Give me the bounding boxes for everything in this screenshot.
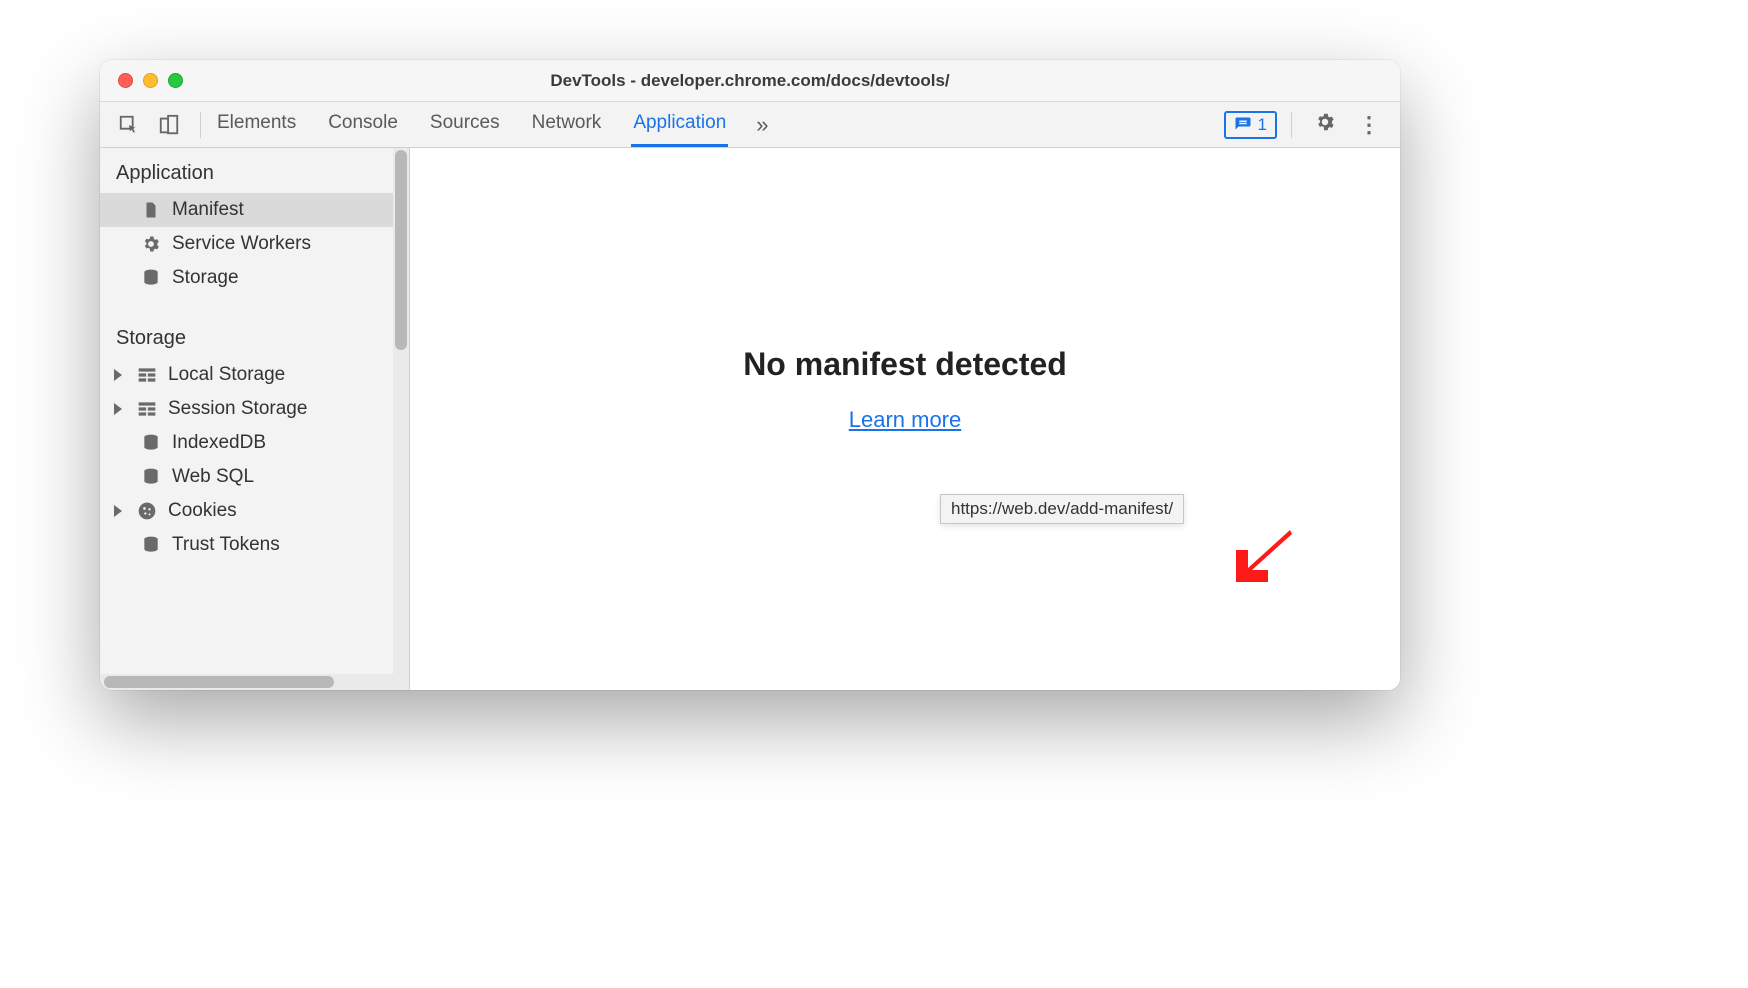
panel-tabs: Elements Console Sources Network Applica…: [215, 102, 728, 147]
section-storage: Storage: [100, 313, 409, 358]
tab-console[interactable]: Console: [326, 102, 400, 147]
chat-icon: [1234, 116, 1252, 134]
database-icon: [140, 267, 162, 289]
sidebar-horizontal-scrollbar[interactable]: [100, 674, 409, 690]
more-tabs-button[interactable]: »: [746, 106, 778, 144]
database-icon: [140, 432, 162, 454]
device-toolbar-icon[interactable]: [152, 110, 186, 140]
tab-application[interactable]: Application: [631, 102, 728, 147]
issues-button[interactable]: 1: [1224, 111, 1277, 139]
section-application: Application: [100, 148, 409, 193]
sidebar-item-label: Trust Tokens: [172, 534, 280, 556]
sidebar-item-indexeddb[interactable]: IndexedDB: [100, 426, 409, 460]
inspect-element-icon[interactable]: [112, 110, 146, 140]
learn-more-link[interactable]: Learn more: [849, 407, 962, 432]
sidebar-vertical-scrollbar[interactable]: [393, 148, 409, 690]
manifest-pane: No manifest detected Learn more https://…: [410, 148, 1400, 690]
kebab-icon: ⋮: [1358, 112, 1380, 137]
database-icon: [140, 534, 162, 556]
separator: [1291, 112, 1292, 138]
tab-sources[interactable]: Sources: [428, 102, 502, 147]
sidebar-item-label: IndexedDB: [172, 432, 266, 454]
settings-button[interactable]: [1306, 107, 1344, 142]
database-icon: [140, 466, 162, 488]
chevron-right-icon: [114, 369, 122, 381]
sidebar-item-websql[interactable]: Web SQL: [100, 460, 409, 494]
scrollbar-thumb[interactable]: [104, 676, 334, 688]
tab-network[interactable]: Network: [530, 102, 604, 147]
devtools-toolbar: Elements Console Sources Network Applica…: [100, 102, 1400, 148]
sidebar-item-service-workers[interactable]: Service Workers: [100, 227, 409, 261]
cookie-icon: [136, 500, 158, 522]
chevron-right-icon: [114, 505, 122, 517]
window-maximize-button[interactable]: [168, 73, 183, 88]
sidebar-item-trust-tokens[interactable]: Trust Tokens: [100, 528, 409, 562]
sidebar-item-cookies[interactable]: Cookies: [100, 494, 409, 528]
gear-icon: [140, 233, 162, 255]
application-sidebar: Application Manifest Service Workers Sto…: [100, 148, 410, 690]
sidebar-item-session-storage[interactable]: Session Storage: [100, 392, 409, 426]
titlebar: DevTools - developer.chrome.com/docs/dev…: [100, 60, 1400, 102]
sidebar-item-label: Web SQL: [172, 466, 254, 488]
chevron-right-icon: [114, 403, 122, 415]
sidebar-item-label: Storage: [172, 267, 239, 289]
sidebar-item-local-storage[interactable]: Local Storage: [100, 358, 409, 392]
sidebar-item-manifest[interactable]: Manifest: [100, 193, 409, 227]
table-icon: [136, 398, 158, 420]
more-options-button[interactable]: ⋮: [1350, 108, 1388, 142]
sidebar-item-label: Local Storage: [168, 364, 285, 386]
sidebar-item-label: Session Storage: [168, 398, 307, 420]
empty-state-heading: No manifest detected: [743, 346, 1067, 383]
file-icon: [140, 199, 162, 221]
window-title: DevTools - developer.chrome.com/docs/dev…: [100, 71, 1400, 91]
sidebar-item-label: Service Workers: [172, 233, 311, 255]
issues-count: 1: [1258, 115, 1267, 135]
tab-elements[interactable]: Elements: [215, 102, 298, 147]
gear-icon: [1314, 111, 1336, 133]
empty-state: No manifest detected Learn more: [743, 346, 1067, 433]
link-tooltip: https://web.dev/add-manifest/: [940, 494, 1184, 524]
sidebar-item-storage[interactable]: Storage: [100, 261, 409, 295]
traffic-lights: [100, 73, 183, 88]
sidebar-item-label: Cookies: [168, 500, 237, 522]
devtools-window: DevTools - developer.chrome.com/docs/dev…: [100, 60, 1400, 690]
window-close-button[interactable]: [118, 73, 133, 88]
panel-body: Application Manifest Service Workers Sto…: [100, 148, 1400, 690]
sidebar-item-label: Manifest: [172, 199, 244, 221]
window-minimize-button[interactable]: [143, 73, 158, 88]
table-icon: [136, 364, 158, 386]
scrollbar-thumb[interactable]: [395, 150, 407, 350]
separator: [200, 112, 201, 138]
